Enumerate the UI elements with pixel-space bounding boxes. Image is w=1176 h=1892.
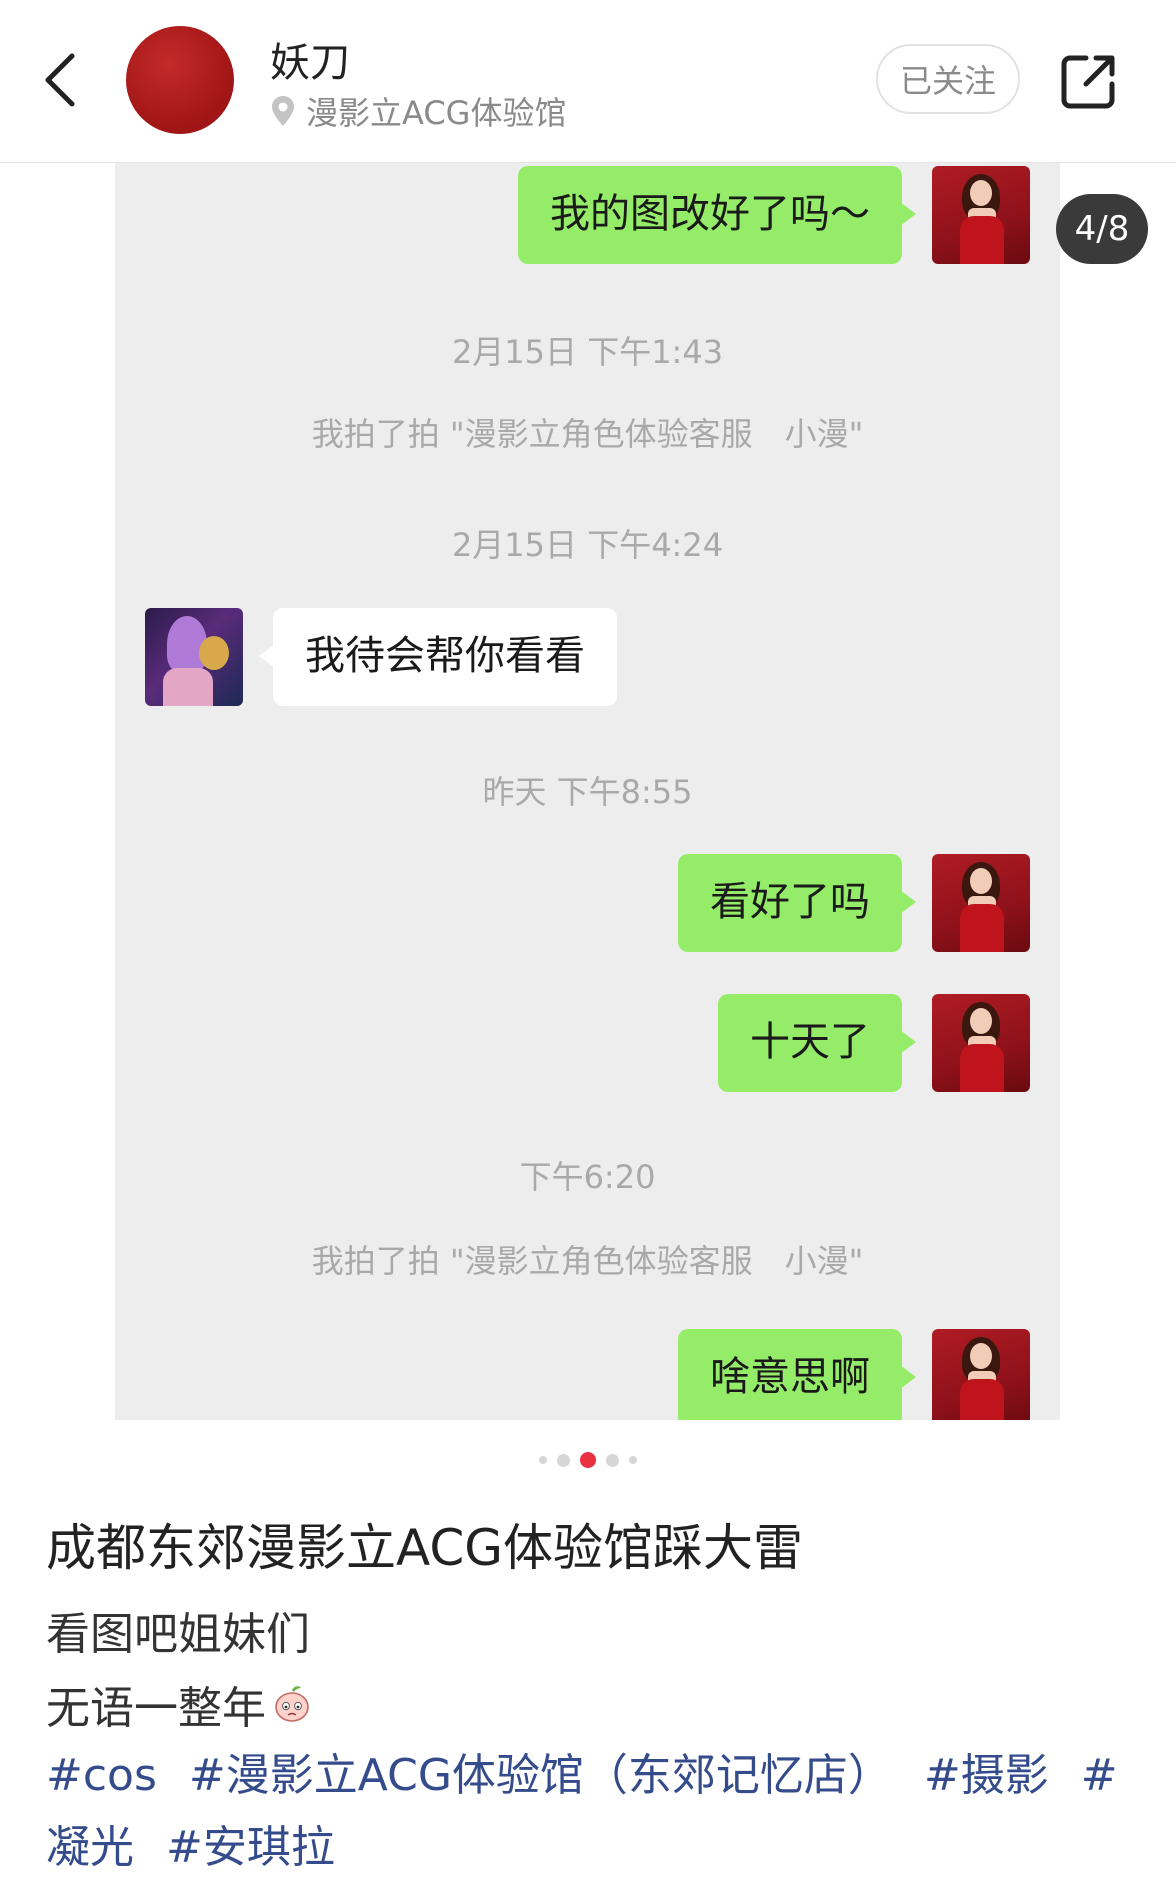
chat-timestamp: 2月15日 下午4:24 — [451, 526, 724, 564]
receiver-avatar — [145, 608, 243, 706]
author-name[interactable]: 妖刀 — [270, 30, 350, 88]
chat-message-sent: 十天了 — [718, 994, 1030, 1092]
chat-message-sent: 啥意思啊 — [678, 1329, 1030, 1420]
peach-face-emoji-icon — [275, 1686, 309, 1722]
carousel-dot[interactable] — [557, 1453, 570, 1467]
sender-avatar — [932, 166, 1030, 264]
post-body-line: 无语一整年 — [46, 1683, 266, 1734]
chat-system-message: 我拍了拍 "漫影立角色体验客服 小漫" — [311, 1242, 864, 1280]
chat-message-sent: 看好了吗 — [678, 854, 1030, 952]
sender-avatar — [932, 854, 1030, 952]
author-avatar[interactable] — [126, 26, 234, 134]
back-arrow-icon[interactable] — [40, 50, 80, 110]
post-image-chat-screenshot[interactable]: 我的图改好了吗～ 2月15日 下午1:43 我拍了拍 "漫影立角色体验客服 小漫… — [115, 163, 1060, 1420]
chat-message-received: 我待会帮你看看 — [145, 608, 617, 706]
hashtag-link[interactable]: #漫影立ACG体验馆（东郊记忆店） — [189, 1750, 892, 1801]
post-tags: #cos #漫影立ACG体验馆（东郊记忆店） #摄影 #凝光 #安琪拉 — [46, 1740, 1136, 1884]
chat-timestamp: 昨天 下午8:55 — [482, 773, 693, 811]
chat-bubble-sent: 看好了吗 — [678, 854, 916, 952]
chat-timestamp: 下午6:20 — [519, 1158, 656, 1196]
location-text: 漫影立ACG体验馆 — [306, 94, 567, 132]
carousel-dot-active[interactable] — [580, 1452, 596, 1468]
hashtag-link[interactable]: #安琪拉 — [166, 1822, 335, 1873]
chat-bubble-sent: 我的图改好了吗～ — [518, 166, 916, 264]
chat-bubble-sent: 啥意思啊 — [678, 1329, 916, 1420]
location-pin-icon — [272, 96, 294, 126]
carousel-indicator — [0, 1452, 1176, 1468]
hashtag-link[interactable]: #cos — [46, 1750, 157, 1801]
carousel-dot[interactable] — [629, 1456, 637, 1464]
image-page-counter: 4/8 — [1056, 194, 1148, 264]
sender-avatar — [932, 994, 1030, 1092]
follow-button[interactable]: 已关注 — [876, 44, 1020, 114]
chat-system-message: 我拍了拍 "漫影立角色体验客服 小漫" — [311, 415, 864, 453]
carousel-dot[interactable] — [539, 1456, 547, 1464]
chat-message-sent: 我的图改好了吗～ — [518, 166, 1030, 264]
post-body-line-wrapper: 无语一整年 — [46, 1672, 312, 1736]
chat-bubble-received: 我待会帮你看看 — [259, 608, 617, 706]
sender-avatar — [932, 1329, 1030, 1420]
chat-bubble-sent: 十天了 — [718, 994, 916, 1092]
post-body-line: 看图吧姐妹们 — [46, 1609, 310, 1660]
top-bar: 妖刀 漫影立ACG体验馆 已关注 — [0, 0, 1176, 163]
share-icon[interactable] — [1056, 50, 1120, 114]
carousel-dot[interactable] — [606, 1453, 619, 1467]
post-title: 成都东郊漫影立ACG体验馆踩大雷 — [46, 1519, 803, 1577]
chat-timestamp: 2月15日 下午1:43 — [451, 333, 724, 371]
location-row[interactable]: 漫影立ACG体验馆 — [270, 88, 566, 134]
hashtag-link[interactable]: #摄影 — [924, 1750, 1049, 1801]
